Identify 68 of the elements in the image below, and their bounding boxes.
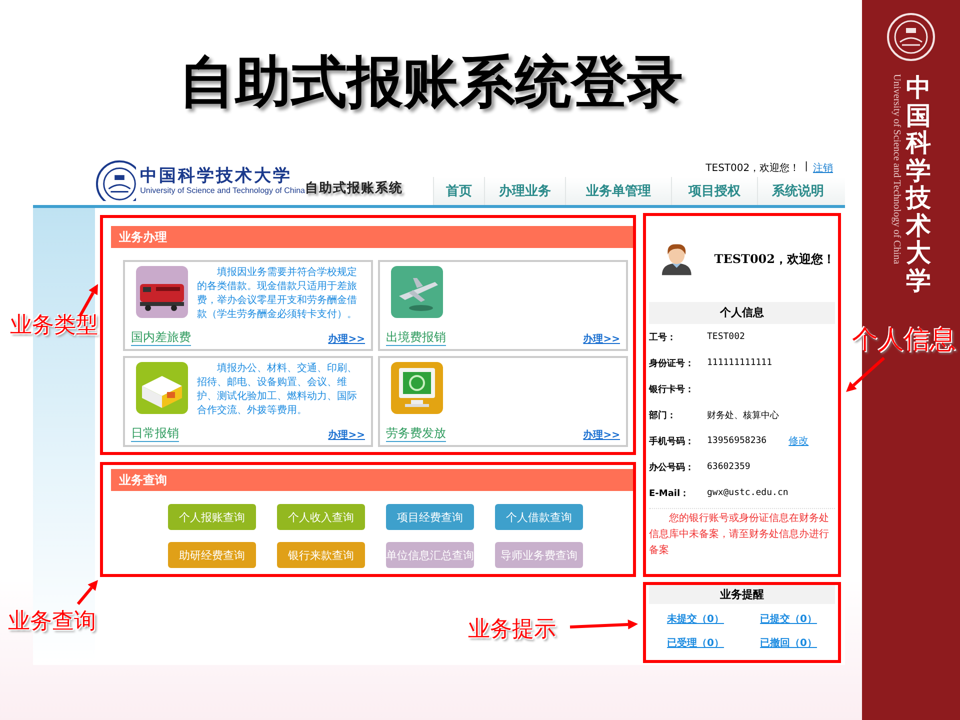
university-name: 中国科学技术大学 [906, 74, 931, 294]
edit-link[interactable]: 修改 [788, 434, 809, 448]
user-greeting: TEST002，欢迎您！ [714, 250, 835, 268]
university-emblem-icon [886, 12, 936, 62]
field-label: E-Mail： [649, 488, 690, 500]
query-button[interactable]: 助研经费查询 [168, 542, 256, 568]
user-greeting: TEST002，欢迎您！ [706, 162, 800, 175]
airplane-icon [391, 266, 443, 318]
section-title: 个人信息 [649, 302, 835, 324]
status-link[interactable]: 已提交（0） [760, 612, 817, 626]
university-emblem-icon [95, 159, 136, 201]
logout-link[interactable]: 注销 [813, 161, 833, 175]
process-link[interactable]: 办理>> [583, 428, 620, 442]
panel-title: 业务办理 [111, 226, 633, 248]
field-label: 工号： [649, 332, 677, 344]
annotation-arrow [76, 580, 98, 605]
query-button[interactable]: 项目经费查询 [386, 504, 474, 530]
service-description: 填报因业务需要并符合学校规定的各类借款。现金借款只适用于差旅费，举办会议零星开支和劳务酬金借款（学生劳务酬金必须转卡支付）。 [197, 266, 358, 322]
process-link[interactable]: 办理>> [328, 428, 365, 442]
status-link[interactable]: 未提交（0） [667, 612, 724, 626]
university-name: 中国科学技术大学 [140, 166, 294, 186]
university-english-name: University of Science and Technology of China [140, 186, 305, 194]
warning-notice: 您的银行账号或身份证信息在财务处信息库中未备案，请至财务处信息办进行备案 [649, 508, 835, 559]
status-link[interactable]: 已撤回（0） [760, 636, 817, 650]
query-button[interactable]: 银行来款查询 [277, 542, 365, 568]
separator: | [804, 161, 808, 174]
annotation-label: 业务查询 [8, 608, 96, 636]
field-label: 银行卡号： [649, 383, 695, 396]
service-title-link[interactable]: 日常报销 [131, 426, 179, 442]
status-link[interactable]: 已受理（0） [667, 636, 724, 650]
slide-title: 自助式报账系统登录 [179, 48, 683, 116]
process-link[interactable]: 办理>> [583, 332, 620, 346]
panel-title: 业务查询 [111, 469, 633, 491]
annotation-label: 业务提示 [468, 616, 556, 644]
query-button[interactable]: 个人收入查询 [277, 504, 365, 530]
query-button[interactable]: 个人借款查询 [495, 504, 583, 530]
query-button[interactable]: 导师业务费查询 [495, 542, 583, 568]
nav-link[interactable]: 办理业务 [484, 177, 565, 205]
service-title-link[interactable]: 出境费报销 [386, 330, 446, 346]
field-label: 部门： [649, 409, 677, 422]
monitor-icon [391, 362, 443, 414]
annotation-label: 业务类型 [10, 312, 98, 340]
query-button[interactable]: 个人报账查询 [168, 504, 256, 530]
query-button[interactable]: 单位信息汇总查询 [386, 542, 474, 568]
nav-link[interactable]: 业务单管理 [565, 177, 671, 205]
field-value: TEST002 [707, 332, 745, 342]
process-link[interactable]: 办理>> [328, 332, 365, 346]
annotation-arrow [570, 619, 638, 630]
field-value: 111111111111 [707, 358, 772, 368]
field-value: 13956958236 [707, 436, 767, 446]
nav-link[interactable]: 系统说明 [757, 177, 838, 205]
system-name: 自助式报账系统 [305, 180, 404, 197]
train-icon [136, 266, 188, 318]
field-label: 手机号码： [649, 435, 695, 448]
panel-title: 业务提醒 [649, 585, 835, 604]
university-english-name: University of Science and Technology of China [891, 74, 902, 266]
field-label: 身份证号： [649, 358, 695, 370]
service-title-link[interactable]: 劳务费发放 [386, 426, 446, 442]
nav-link[interactable]: 项目授权 [671, 177, 757, 205]
field-value: gwx@ustc.edu.cn [707, 488, 788, 498]
nav-link[interactable]: 首页 [433, 177, 484, 205]
service-description: 填报办公、材料、交通、印刷、招待、邮电、设备购置、会议、维护、测试化验加工、燃料动力、国际合作交流、外拨等费用。 [197, 362, 358, 418]
field-value: 财务处、核算中心 [707, 410, 779, 422]
box-icon [136, 362, 188, 414]
service-title-link[interactable]: 国内差旅费 [131, 330, 191, 346]
field-value: 63602359 [707, 462, 750, 472]
field-label: 办公号码： [649, 461, 695, 474]
annotation-arrow [846, 356, 885, 392]
